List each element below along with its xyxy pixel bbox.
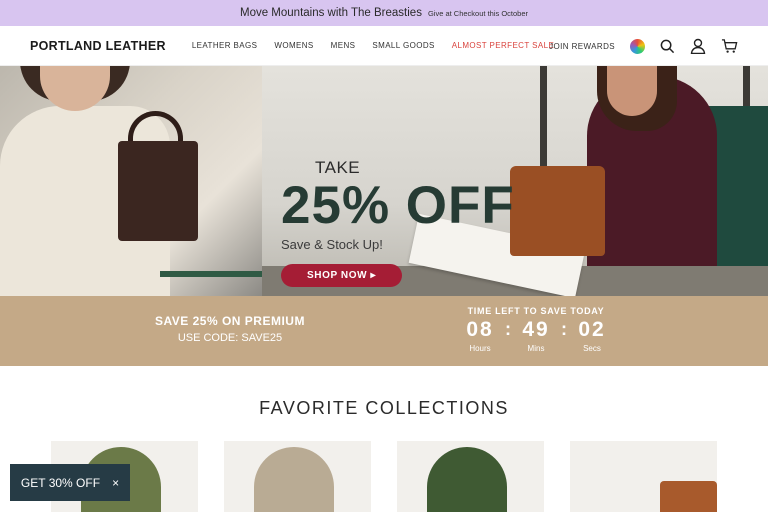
promo-code: SAVE 25% ON PREMIUM USE CODE: SAVE25: [155, 314, 305, 344]
seconds-label: Secs: [583, 344, 601, 353]
nav-item-womens[interactable]: WOMENS: [274, 41, 313, 50]
search-icon[interactable]: [658, 37, 676, 55]
toast-label[interactable]: GET 30% OFF: [21, 476, 100, 490]
nav-menu: LEATHER BAGS WOMENS MENS SMALL GOODS ALM…: [192, 41, 554, 50]
nav-item-mens[interactable]: MENS: [331, 41, 356, 50]
main-nav: PORTLAND LEATHER LEATHER BAGS WOMENS MEN…: [0, 26, 768, 66]
favorite-collections: FAVORITE COLLECTIONS: [0, 366, 768, 419]
collection-card[interactable]: [224, 441, 371, 512]
announcement-text: Move Mountains with The Breasties: [239, 7, 422, 19]
hero-headline: 25% OFF: [281, 176, 515, 235]
collection-card[interactable]: [397, 441, 544, 512]
model-face: [40, 66, 110, 111]
nav-item-leather-bags[interactable]: LEATHER BAGS: [192, 41, 258, 50]
shop-now-button[interactable]: SHOP NOW ▸: [281, 264, 403, 287]
hero-copy: TAKE 25% OFF Save & Stock Up! SHOP NOW ▸: [281, 158, 515, 287]
collection-image: [254, 447, 334, 512]
hero-subtitle: Save & Stock Up!: [281, 237, 383, 252]
announcement-subtext: Give at Checkout this October: [427, 8, 528, 18]
globe-icon[interactable]: [630, 38, 645, 54]
timer-title: TIME LEFT TO SAVE TODAY: [467, 306, 605, 316]
collection-image: [660, 481, 717, 512]
timer-separator: :: [505, 319, 511, 339]
timer-digits: 08 Hours : 49 Mins : 02 Secs: [465, 318, 607, 353]
cart-icon[interactable]: [720, 37, 738, 55]
nav-item-sale[interactable]: ALMOST PERFECT SALE: [452, 41, 554, 50]
join-rewards-link[interactable]: JOIN REWARDS: [549, 42, 615, 51]
hours-label: Hours: [469, 344, 491, 353]
minutes-value: 49: [522, 318, 550, 341]
timer-separator: :: [561, 319, 567, 339]
model-face-right: [607, 66, 657, 116]
discount-toast[interactable]: GET 30% OFF ×: [10, 464, 130, 501]
brand-logo[interactable]: PORTLAND LEATHER: [30, 39, 166, 53]
hero-image-left: [0, 66, 262, 296]
seconds-value: 02: [578, 318, 606, 341]
bucket-bag-image: [510, 166, 605, 256]
nav-actions: JOIN REWARDS: [549, 26, 738, 66]
tote-bag-image: [118, 141, 198, 241]
timer-minutes: 49 Mins: [521, 318, 551, 353]
account-icon[interactable]: [689, 37, 707, 55]
collection-image: [427, 447, 507, 512]
promo-headline: SAVE 25% ON PREMIUM: [155, 314, 305, 328]
countdown-timer: TIME LEFT TO SAVE TODAY 08 Hours : 49 Mi…: [465, 306, 607, 353]
collection-card[interactable]: [570, 441, 717, 512]
hero-banner[interactable]: TAKE 25% OFF Save & Stock Up! SHOP NOW ▸: [0, 66, 768, 296]
announcement-bar[interactable]: Move Mountains with The Breasties Give a…: [0, 0, 768, 26]
hours-value: 08: [466, 318, 494, 341]
promo-code-text: USE CODE: SAVE25: [177, 332, 283, 344]
hero-take: TAKE: [315, 158, 361, 177]
timer-seconds: 02 Secs: [577, 318, 607, 353]
nav-item-small-goods[interactable]: SMALL GOODS: [372, 41, 434, 50]
minutes-label: Mins: [527, 344, 545, 353]
promo-bar: SAVE 25% ON PREMIUM USE CODE: SAVE25 TIM…: [0, 296, 768, 366]
railing: [160, 271, 262, 277]
close-icon[interactable]: ×: [112, 476, 119, 490]
collections-title: FAVORITE COLLECTIONS: [259, 398, 509, 418]
timer-hours: 08 Hours: [465, 318, 495, 353]
